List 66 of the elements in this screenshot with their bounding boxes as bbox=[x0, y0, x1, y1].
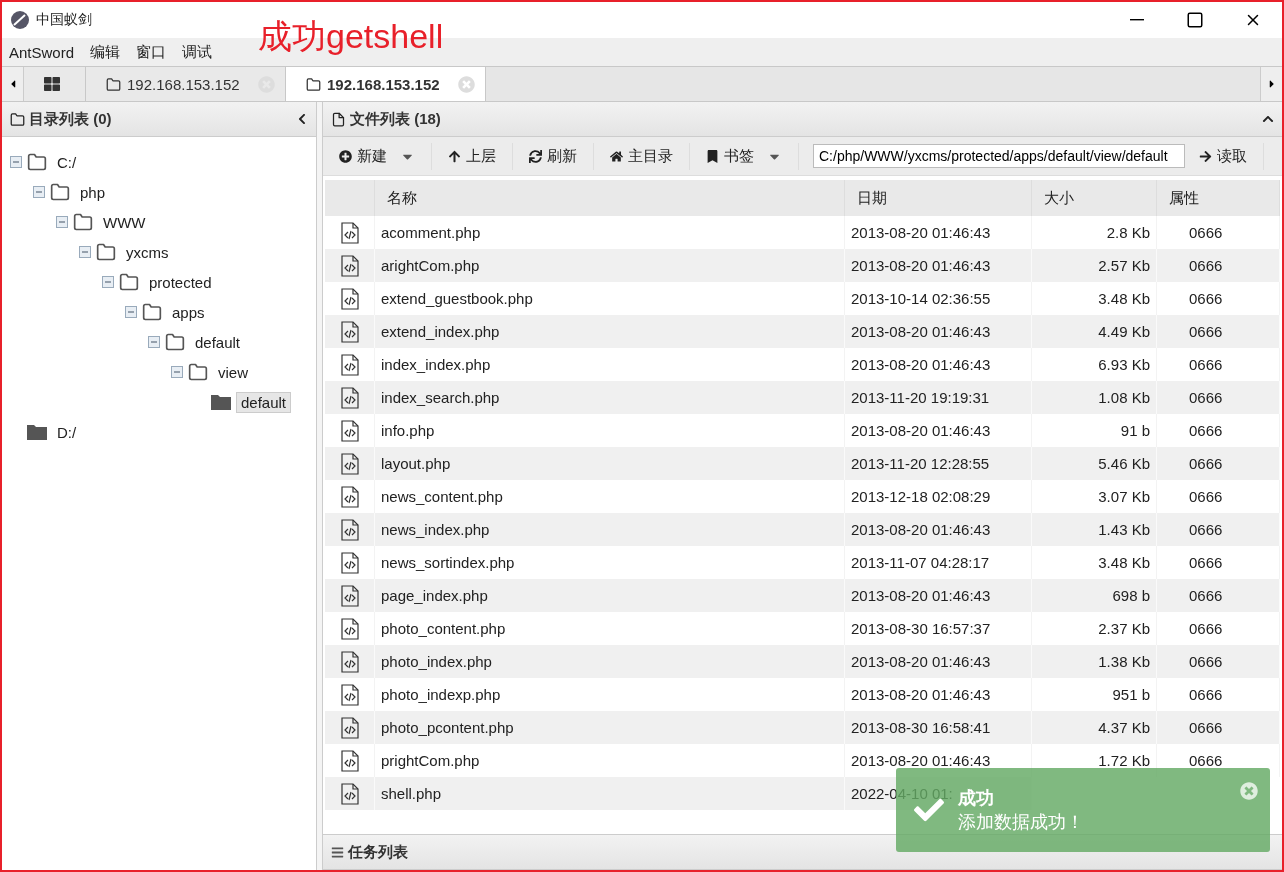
toast-message: 添加数据成功！ bbox=[958, 810, 1084, 834]
tree-item[interactable]: D:/ bbox=[52, 421, 82, 443]
tree-item[interactable]: php bbox=[75, 181, 111, 203]
tree-item[interactable]: default bbox=[190, 331, 246, 353]
tab[interactable]: 192.168.153.152 bbox=[286, 67, 486, 101]
size-cell: 1.38 Kb bbox=[1032, 645, 1157, 678]
permission-cell: 0666 bbox=[1157, 249, 1280, 282]
date-cell: 2013-08-30 16:58:41 bbox=[845, 711, 1032, 744]
permission-cell: 0666 bbox=[1157, 711, 1280, 744]
file-name: layout.php bbox=[375, 447, 845, 480]
path-field[interactable]: C:/php/WWW/yxcms/protected/apps/default/view/default bbox=[813, 144, 1185, 168]
tree-item[interactable]: apps bbox=[167, 301, 210, 323]
file-name: page_index.php bbox=[375, 579, 845, 612]
annotation-text: 成功getshell bbox=[258, 16, 444, 57]
tree-item[interactable]: view bbox=[213, 361, 253, 383]
toolbar-button[interactable]: 上层 bbox=[446, 142, 513, 170]
column-header[interactable]: 名称 bbox=[375, 180, 845, 216]
window-title: 中国蚁剑 bbox=[36, 11, 92, 29]
date-cell: 2013-08-20 01:46:43 bbox=[845, 315, 1032, 348]
date-cell: 2013-08-20 01:46:43 bbox=[845, 579, 1032, 612]
file-name: index_search.php bbox=[375, 381, 845, 414]
date-cell: 2013-08-20 01:46:43 bbox=[845, 645, 1032, 678]
size-cell: 698 b bbox=[1032, 579, 1157, 612]
toolbar-button[interactable]: 书签 bbox=[704, 142, 799, 170]
size-cell: 2.57 Kb bbox=[1032, 249, 1157, 282]
permission-cell: 0666 bbox=[1157, 645, 1280, 678]
menu-item[interactable]: 窗口 bbox=[136, 42, 167, 62]
permission-cell: 0666 bbox=[1157, 381, 1280, 414]
panel-title: 目录列表 (0) bbox=[29, 109, 112, 129]
size-cell: 5.46 Kb bbox=[1032, 447, 1157, 480]
size-cell: 4.37 Kb bbox=[1032, 711, 1157, 744]
size-cell: 1.43 Kb bbox=[1032, 513, 1157, 546]
file-name: news_index.php bbox=[375, 513, 845, 546]
date-cell: 2013-11-20 12:28:55 bbox=[845, 447, 1032, 480]
panel-title: 文件列表 (18) bbox=[350, 109, 441, 129]
tree-item[interactable]: yxcms bbox=[121, 241, 174, 263]
toolbar-button[interactable]: 主目录 bbox=[608, 142, 690, 170]
toolbar-button[interactable]: 新建 bbox=[337, 142, 432, 170]
file-name: shell.php bbox=[375, 777, 845, 810]
column-header[interactable]: 大小 bbox=[1032, 180, 1157, 216]
toast-title: 成功 bbox=[958, 786, 994, 810]
permission-cell: 0666 bbox=[1157, 579, 1280, 612]
menu-item[interactable]: 编辑 bbox=[90, 42, 121, 62]
column-header[interactable]: 属性 bbox=[1157, 180, 1280, 216]
file-name: photo_pcontent.php bbox=[375, 711, 845, 744]
column-header[interactable]: 日期 bbox=[845, 180, 1032, 216]
menu-item[interactable]: AntSword bbox=[9, 43, 75, 61]
panel-title: 任务列表 bbox=[348, 842, 408, 862]
date-cell: 2013-08-20 01:46:43 bbox=[845, 513, 1032, 546]
read-button[interactable]: 读取 bbox=[1197, 142, 1264, 170]
permission-cell: 0666 bbox=[1157, 315, 1280, 348]
size-cell: 1.08 Kb bbox=[1032, 381, 1157, 414]
menu-item[interactable]: 调试 bbox=[182, 42, 213, 62]
size-cell: 4.49 Kb bbox=[1032, 315, 1157, 348]
file-name: extend_index.php bbox=[375, 315, 845, 348]
permission-cell: 0666 bbox=[1157, 513, 1280, 546]
tree-item[interactable]: default bbox=[236, 391, 292, 413]
date-cell: 2013-08-20 01:46:43 bbox=[845, 249, 1032, 282]
file-name: photo_index.php bbox=[375, 645, 845, 678]
file-name: arightCom.php bbox=[375, 249, 845, 282]
tree-item[interactable]: protected bbox=[144, 271, 217, 293]
permission-cell: 0666 bbox=[1157, 447, 1280, 480]
tree-item[interactable]: WWW bbox=[98, 211, 151, 233]
tree-item[interactable]: C:/ bbox=[52, 151, 82, 173]
date-cell: 2013-11-20 19:19:31 bbox=[845, 381, 1032, 414]
toolbar-button[interactable]: 刷新 bbox=[527, 142, 594, 170]
